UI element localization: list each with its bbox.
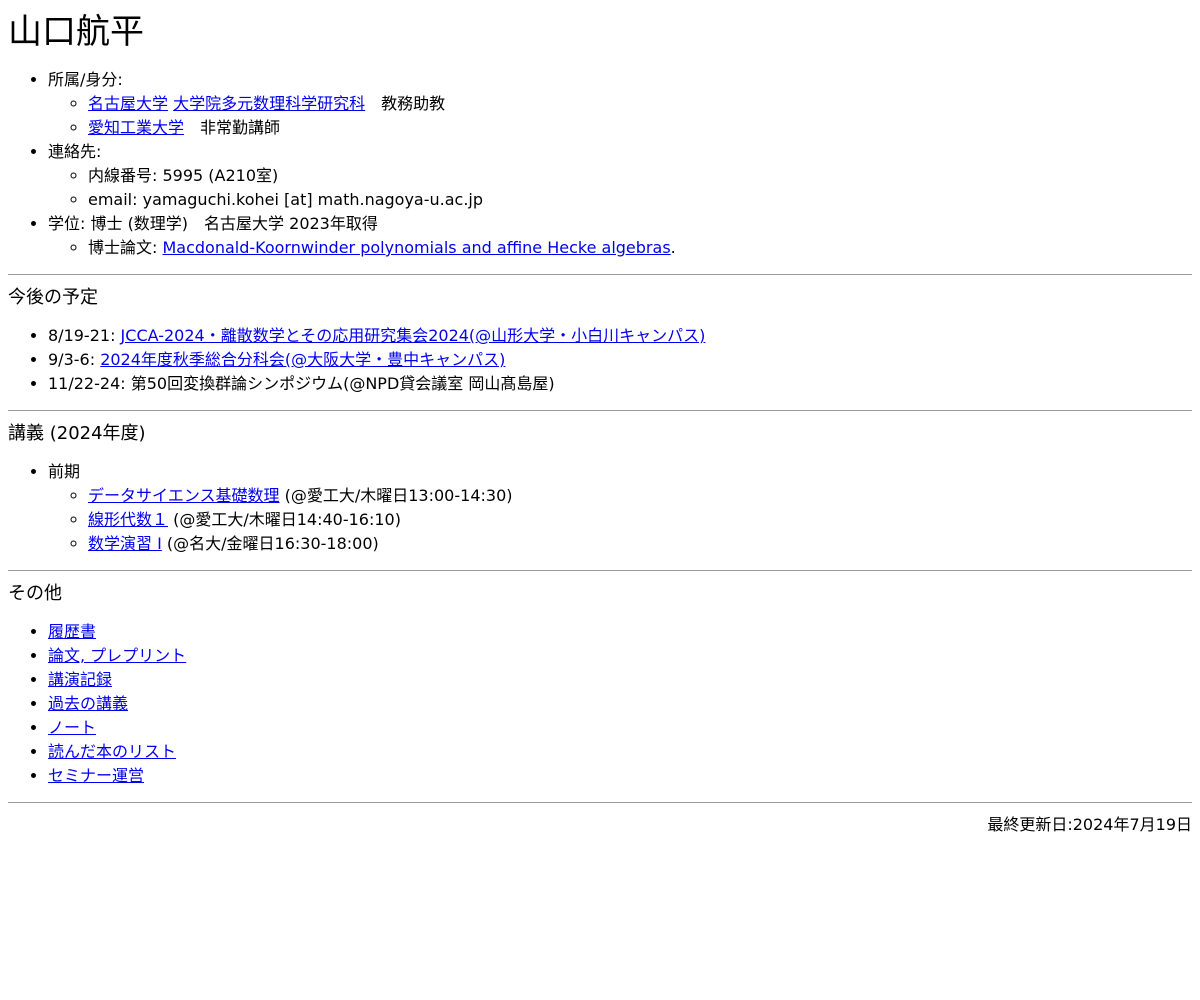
divider xyxy=(8,274,1192,275)
thesis-suffix: . xyxy=(670,238,676,257)
others-item: セミナー運営 xyxy=(48,764,1192,788)
schedule-heading: 今後の予定 xyxy=(8,287,98,308)
thesis-prefix: 博士論文: xyxy=(88,238,163,257)
lecture-item: 線形代数１ (@愛工大/木曜日14:40-16:10) xyxy=(88,508,1192,532)
seminar-link[interactable]: セミナー運営 xyxy=(48,766,144,785)
reading-list-link[interactable]: 読んだ本のリスト xyxy=(48,742,176,761)
schedule-list: 8/19-21: JCCA-2024・離散数学とその応用研究集会2024(@山形… xyxy=(8,324,1192,396)
papers-link[interactable]: 論文, プレプリント xyxy=(48,646,186,665)
others-item: 履歴書 xyxy=(48,620,1192,644)
divider xyxy=(8,410,1192,411)
others-item: 過去の講義 xyxy=(48,692,1192,716)
schedule-item: 8/19-21: JCCA-2024・離散数学とその応用研究集会2024(@山形… xyxy=(48,324,1192,348)
lecture-link[interactable]: 線形代数１ xyxy=(88,510,168,529)
lecture-item: データサイエンス基礎数理 (@愛工大/木曜日13:00-14:30) xyxy=(88,484,1192,508)
lecture-term-item: 前期 データサイエンス基礎数理 (@愛工大/木曜日13:00-14:30) 線形… xyxy=(48,460,1192,556)
page-title: 山口航平 xyxy=(8,12,144,52)
lecture-detail: (@愛工大/木曜日14:40-16:10) xyxy=(168,510,401,529)
lectures-heading: 講義 (2024年度) xyxy=(8,423,146,444)
schedule-date: 8/19-21: xyxy=(48,326,121,345)
lecture-item: 数学演習 I (@名大/金曜日16:30-18:00) xyxy=(88,532,1192,556)
lectures-list: 前期 データサイエンス基礎数理 (@愛工大/木曜日13:00-14:30) 線形… xyxy=(8,460,1192,556)
degree-text: 学位: 博士 (数理学) 名古屋大学 2023年取得 xyxy=(48,214,378,233)
degree-sublist: 博士論文: Macdonald-Koornwinder polynomials … xyxy=(48,236,1192,260)
others-list: 履歴書 論文, プレプリント 講演記録 過去の講義 ノート 読んだ本のリスト セ… xyxy=(8,620,1192,788)
lecture-term: 前期 xyxy=(48,462,81,481)
aichi-role: 非常勤講師 xyxy=(184,118,281,137)
past-lectures-link[interactable]: 過去の講義 xyxy=(48,694,128,713)
schedule-item: 9/3-6: 2024年度秋季総合分科会(@大阪大学・豊中キャンパス) xyxy=(48,348,1192,372)
schedule-event-link[interactable]: JCCA-2024・離散数学とその応用研究集会2024(@山形大学・小白川キャン… xyxy=(121,326,706,345)
nagoya-role: 教務助教 xyxy=(365,94,446,113)
others-item: 講演記録 xyxy=(48,668,1192,692)
lecture-link[interactable]: 数学演習 I xyxy=(88,534,162,553)
schedule-item: 11/22-24: 第50回変換群論シンポジウム(@NPD貸会議室 岡山髙島屋) xyxy=(48,372,1192,396)
contact-item: 連絡先: 内線番号: 5995 (A210室) email: yamaguchi… xyxy=(48,140,1192,212)
affiliation-label: 所属/身分: xyxy=(48,70,123,89)
affiliation-item: 所属/身分: 名古屋大学 大学院多元数理科学研究科 教務助教 愛知工業大学 非常… xyxy=(48,68,1192,140)
schedule-event-link[interactable]: 2024年度秋季総合分科会(@大阪大学・豊中キャンパス) xyxy=(100,350,505,369)
divider xyxy=(8,802,1192,803)
thesis-link[interactable]: Macdonald-Koornwinder polynomials and af… xyxy=(162,238,670,257)
notes-link[interactable]: ノート xyxy=(48,718,96,737)
others-item: 論文, プレプリント xyxy=(48,644,1192,668)
contact-sublist: 内線番号: 5995 (A210室) email: yamaguchi.kohe… xyxy=(48,164,1192,212)
others-heading: その他 xyxy=(8,583,62,604)
cv-link[interactable]: 履歴書 xyxy=(48,622,96,641)
lecture-detail: (@名大/金曜日16:30-18:00) xyxy=(161,534,379,553)
lecture-sublist: データサイエンス基礎数理 (@愛工大/木曜日13:00-14:30) 線形代数１… xyxy=(48,484,1192,556)
talks-link[interactable]: 講演記録 xyxy=(48,670,112,689)
divider xyxy=(8,570,1192,571)
lecture-detail: (@愛工大/木曜日13:00-14:30) xyxy=(279,486,513,505)
affiliation-aichi: 愛知工業大学 非常勤講師 xyxy=(88,116,1192,140)
aichi-institute-link[interactable]: 愛知工業大学 xyxy=(88,118,184,137)
others-item: 読んだ本のリスト xyxy=(48,740,1192,764)
page: 山口航平 所属/身分: 名古屋大学 大学院多元数理科学研究科 教務助教 愛知工業… xyxy=(0,10,1200,837)
affiliation-sublist: 名古屋大学 大学院多元数理科学研究科 教務助教 愛知工業大学 非常勤講師 xyxy=(48,92,1192,140)
contact-label: 連絡先: xyxy=(48,142,102,161)
degree-item: 学位: 博士 (数理学) 名古屋大学 2023年取得 博士論文: Macdona… xyxy=(48,212,1192,260)
graduate-school-link[interactable]: 大学院多元数理科学研究科 xyxy=(173,94,365,113)
others-item: ノート xyxy=(48,716,1192,740)
email-address: email: yamaguchi.kohei [at] math.nagoya-… xyxy=(88,188,1192,212)
extension-number: 内線番号: 5995 (A210室) xyxy=(88,164,1192,188)
last-updated: 最終更新日:2024年7月19日 xyxy=(987,815,1192,834)
schedule-date: 9/3-6: xyxy=(48,350,101,369)
affiliation-nagoya: 名古屋大学 大学院多元数理科学研究科 教務助教 xyxy=(88,92,1192,116)
thesis-item: 博士論文: Macdonald-Koornwinder polynomials … xyxy=(88,236,1192,260)
profile-list: 所属/身分: 名古屋大学 大学院多元数理科学研究科 教務助教 愛知工業大学 非常… xyxy=(8,68,1192,260)
lecture-link[interactable]: データサイエンス基礎数理 xyxy=(88,486,280,505)
nagoya-university-link[interactable]: 名古屋大学 xyxy=(88,94,168,113)
